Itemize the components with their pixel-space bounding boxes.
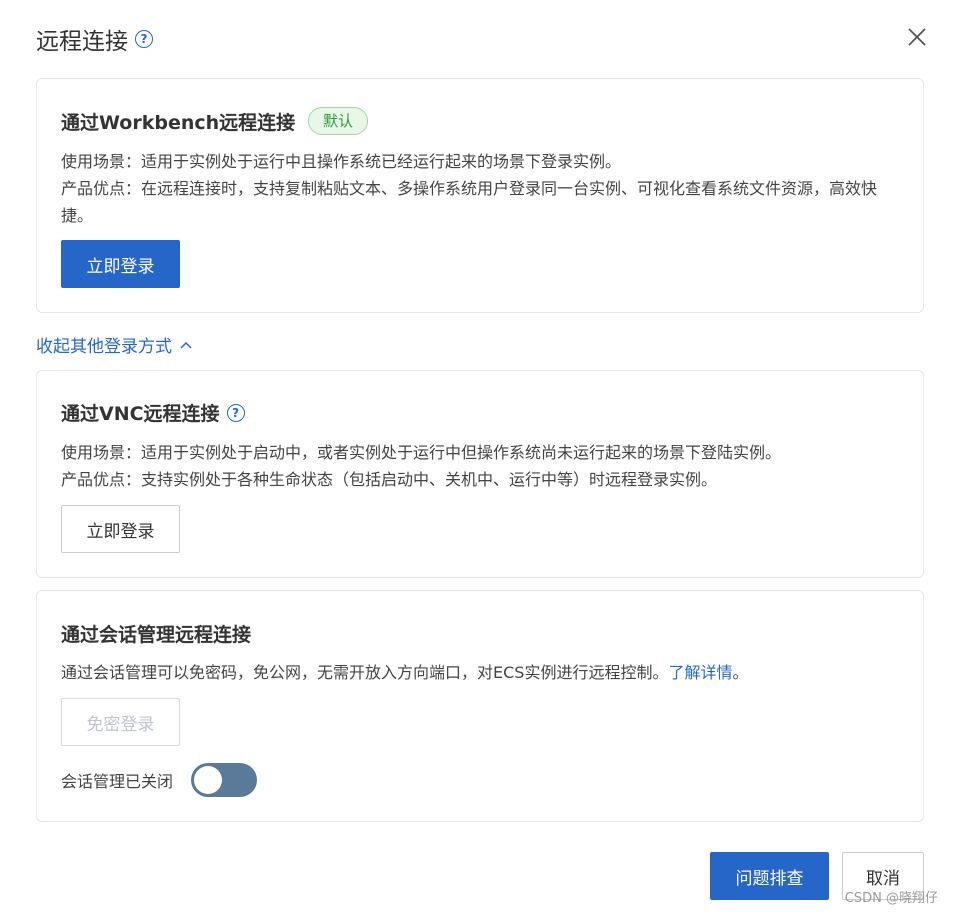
session-title: 通过会话管理远程连接: [61, 620, 251, 647]
session-manager-toggle[interactable]: [191, 763, 258, 797]
collapse-other-methods-link[interactable]: 收起其他登录方式: [36, 332, 192, 357]
workbench-title-text: 通过Workbench远程连接: [61, 111, 296, 134]
vnc-title: 通过VNC远程连接 ?: [61, 399, 245, 426]
learn-more-link[interactable]: 了解详情: [668, 663, 732, 682]
session-toggle-row: 会话管理已关闭: [61, 763, 258, 797]
vnc-advantage: 产品优点：支持实例处于各种生命状态（包括启动中、关机中、运行中等）时远程登录实例…: [61, 470, 718, 489]
close-icon[interactable]: [906, 26, 928, 48]
toggle-knob: [194, 766, 223, 794]
session-card: 通过会话管理远程连接 通过会话管理可以免密码，免公网，无需开放入方向端口，对EC…: [36, 590, 924, 822]
dialog-title: 远程连接 ?: [36, 22, 153, 56]
vnc-title-text: 通过VNC远程连接: [61, 403, 220, 425]
session-description: 通过会话管理可以免密码，免公网，无需开放入方向端口，对ECS实例进行远程控制。了…: [61, 659, 895, 686]
chevron-up-icon: [180, 341, 192, 349]
vnc-card: 通过VNC远程连接 ? 使用场景：适用于实例处于启动中，或者实例处于运行中但操作…: [36, 370, 924, 578]
passwordless-login-button[interactable]: 免密登录: [61, 698, 180, 746]
workbench-advantage: 产品优点：在远程连接时，支持复制粘贴文本、多操作系统用户登录同一台实例、可视化查…: [61, 179, 878, 225]
session-description-period: 。: [732, 663, 749, 682]
workbench-card: 通过Workbench远程连接 默认 使用场景：适用于实例处于运行中且操作系统已…: [36, 78, 924, 313]
collapse-link-text: 收起其他登录方式: [36, 337, 172, 357]
default-badge: 默认: [308, 107, 369, 135]
workbench-title: 通过Workbench远程连接 默认: [61, 107, 369, 135]
vnc-description: 使用场景：适用于实例处于启动中，或者实例处于运行中但操作系统尚未运行起来的场景下…: [61, 439, 895, 493]
vnc-scenario: 使用场景：适用于实例处于启动中，或者实例处于运行中但操作系统尚未运行起来的场景下…: [61, 443, 782, 462]
session-title-text: 通过会话管理远程连接: [61, 624, 252, 646]
workbench-description: 使用场景：适用于实例处于运行中且操作系统已经运行起来的场景下登录实例。 产品优点…: [61, 148, 895, 229]
workbench-login-button[interactable]: 立即登录: [61, 240, 180, 288]
troubleshoot-button[interactable]: 问题排查: [710, 852, 829, 900]
help-icon[interactable]: ?: [135, 30, 153, 48]
watermark: CSDN @晓翔仔: [844, 891, 938, 906]
vnc-help-icon[interactable]: ?: [226, 403, 245, 422]
vnc-login-button[interactable]: 立即登录: [61, 505, 180, 553]
session-toggle-label: 会话管理已关闭: [61, 772, 174, 791]
workbench-scenario: 使用场景：适用于实例处于运行中且操作系统已经运行起来的场景下登录实例。: [61, 152, 622, 171]
session-description-text: 通过会话管理可以免密码，免公网，无需开放入方向端口，对ECS实例进行远程控制。: [61, 663, 669, 682]
dialog-title-text: 远程连接: [36, 29, 128, 55]
